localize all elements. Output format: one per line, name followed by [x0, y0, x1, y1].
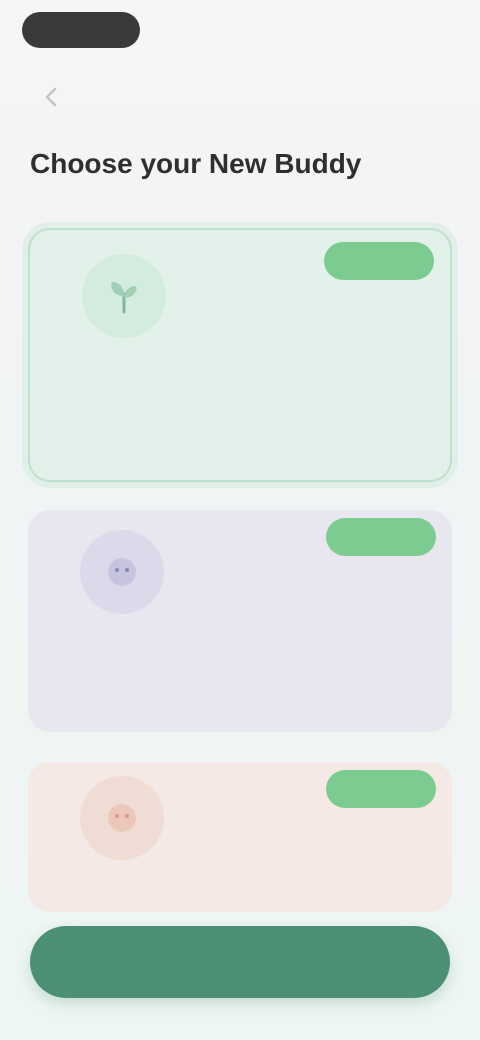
status-badge — [324, 242, 434, 280]
buddy-card-2[interactable] — [28, 510, 452, 732]
status-time-pill — [22, 12, 140, 48]
chevron-left-icon — [40, 86, 62, 108]
continue-button[interactable] — [30, 926, 450, 998]
page-title: Choose your New Buddy — [30, 148, 362, 179]
buddy-icon — [80, 530, 164, 614]
buddy-card-1[interactable] — [28, 228, 452, 482]
status-badge — [326, 518, 436, 556]
status-badge — [326, 770, 436, 808]
buddy-icon — [80, 776, 164, 860]
back-button[interactable] — [40, 86, 76, 108]
plant-icon — [82, 254, 166, 338]
buddy-card-3[interactable] — [28, 762, 452, 912]
